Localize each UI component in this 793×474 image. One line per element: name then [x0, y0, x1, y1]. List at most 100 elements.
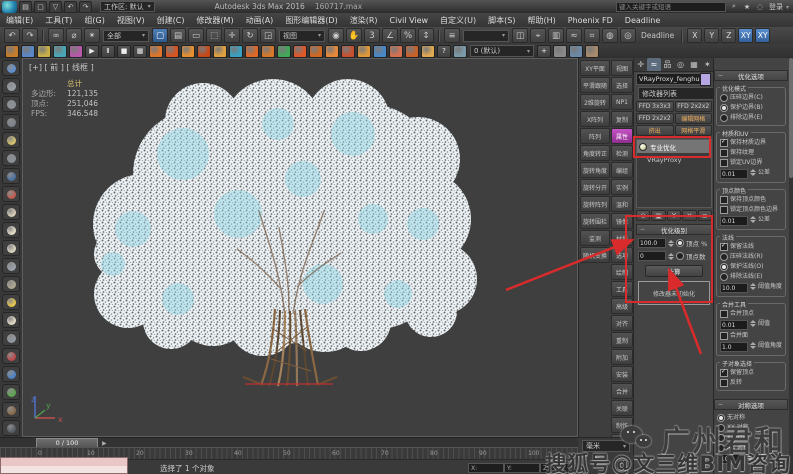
strip-button-2-13[interactable]: 绘制	[611, 264, 633, 280]
select-and-rotate-icon[interactable]: ↻	[242, 28, 258, 43]
add-icon[interactable]: +	[537, 45, 551, 58]
value-spinner[interactable]: 0.01	[720, 320, 748, 330]
strip-button-2-1[interactable]: 视图	[611, 60, 633, 76]
strip-button-1-5[interactable]: 阵列	[580, 128, 610, 144]
vertex-count-spinner[interactable]: 0	[638, 251, 666, 261]
axis-plane-button[interactable]: XY	[755, 28, 770, 43]
tool-icon-a[interactable]	[553, 45, 567, 58]
collapse-icon[interactable]: −	[640, 226, 645, 233]
strip-button-1-9[interactable]: 旋转阵列	[580, 196, 610, 212]
modifier-list-dropdown[interactable]: 修改器列表	[638, 87, 722, 100]
menu-item-12[interactable]: 脚本(S)	[482, 15, 521, 26]
select-object-icon[interactable]: ▢	[152, 28, 168, 43]
angle-snap-icon[interactable]: ∠	[382, 28, 398, 43]
vray-icon-14[interactable]	[357, 45, 371, 58]
modifier-button[interactable]: FFD 2x2x2	[636, 113, 674, 124]
menu-item-11[interactable]: 自定义(U)	[434, 15, 482, 26]
open-file-icon[interactable]: ▢	[34, 1, 47, 13]
radio-button[interactable]	[720, 263, 728, 271]
menu-item-10[interactable]: Civil View	[384, 16, 435, 25]
checkbox[interactable]	[720, 369, 728, 377]
modifier-button[interactable]: 编辑网格	[675, 113, 713, 124]
play-button[interactable]: ▶	[85, 45, 99, 58]
select-and-scale-icon[interactable]: ◲	[260, 28, 276, 43]
vray-icon-12[interactable]	[325, 45, 339, 58]
leaf-tool-icon[interactable]	[2, 384, 20, 400]
strip-button-2-7[interactable]: 编组	[611, 162, 633, 178]
workspace-combo[interactable]: 工作区: 默认	[100, 1, 155, 12]
hierarchy-tab[interactable]: 品	[661, 58, 674, 71]
remove-modifier-icon[interactable]: ✕	[682, 210, 696, 221]
strip-button-2-17[interactable]: 重制	[611, 332, 633, 348]
make-unique-icon[interactable]: Y	[667, 210, 681, 221]
strip-button-2-21[interactable]: 关联	[611, 400, 633, 416]
utilities-tab[interactable]: ✶	[701, 58, 714, 71]
vray-icon-10[interactable]	[293, 45, 307, 58]
create-tab[interactable]: ✛	[634, 58, 647, 71]
collapse-icon[interactable]: −	[718, 72, 723, 79]
display-tab[interactable]: ▦	[687, 58, 700, 71]
modifier-button[interactable]: FFD 2x2x2	[675, 101, 713, 112]
vray-icon-18[interactable]	[421, 45, 435, 58]
spinner-arrows-icon[interactable]	[747, 454, 753, 461]
plugin-icon-2[interactable]	[21, 45, 35, 58]
strip-button-1-10[interactable]: 旋转围栏	[580, 213, 610, 229]
rendered-frame-icon[interactable]: ◎	[620, 28, 636, 43]
vray-icon-2[interactable]	[165, 45, 179, 58]
bind-to-space-warp-icon[interactable]: ✴	[84, 28, 100, 43]
menu-item-13[interactable]: 帮助(H)	[521, 15, 561, 26]
axis-y-button[interactable]: Y	[704, 28, 719, 43]
next-icon[interactable]: ∾	[594, 454, 600, 462]
strip-button-2-20[interactable]: 合并	[611, 383, 633, 399]
disc-tool-icon[interactable]	[2, 420, 20, 436]
strip-button-2-18[interactable]: 附加	[611, 349, 633, 365]
grid-tool-icon[interactable]	[2, 114, 20, 130]
unlink-selection-icon[interactable]: ⌀	[66, 28, 82, 43]
rectangular-region-icon[interactable]: ▭	[188, 28, 204, 43]
strip-button-1-6[interactable]: 角度转正	[580, 145, 610, 161]
globe-tool-icon[interactable]	[2, 168, 20, 184]
spinner-arrows-icon[interactable]	[750, 169, 756, 176]
radio-button[interactable]	[720, 253, 728, 261]
checkbox[interactable]	[720, 149, 728, 157]
strip-button-1-11[interactable]: 监测	[580, 230, 610, 246]
configure-modifier-sets-icon[interactable]: ≡	[698, 210, 712, 221]
vray-icon-6[interactable]	[229, 45, 243, 58]
named-selection-combo[interactable]	[463, 30, 509, 42]
menu-item-7[interactable]: 动画(A)	[240, 15, 280, 26]
save-file-icon[interactable]: ▽	[49, 1, 62, 13]
strip-button-2-2[interactable]: 选择	[611, 77, 633, 93]
strip-button-2-11[interactable]: 材质	[611, 230, 633, 246]
checkbox[interactable]	[720, 196, 728, 204]
plugin-icon-4[interactable]	[53, 45, 67, 58]
vray-icon-4[interactable]	[197, 45, 211, 58]
tool-icon-b[interactable]	[569, 45, 583, 58]
strip-button-2-10[interactable]: 镜像	[611, 213, 633, 229]
strip-button-2-19[interactable]: 安装	[611, 366, 633, 382]
strip-button-2-3[interactable]: NP1	[611, 94, 633, 110]
plugin-icon-3[interactable]	[37, 45, 51, 58]
viewport[interactable]: [+] [ 前 ] [ 线框 ] 总计 多边形:121,135顶点:251,04…	[22, 58, 578, 437]
bulb-tool-icon[interactable]	[2, 132, 20, 148]
stop-button[interactable]: ■	[117, 45, 131, 58]
checkbox[interactable]	[720, 332, 728, 340]
motion-tab[interactable]: ◎	[674, 58, 687, 71]
strip-button-1-4[interactable]: X阵列	[580, 111, 610, 127]
qa-redo-icon[interactable]: ↷	[79, 1, 92, 13]
optimization-level-header[interactable]: − 优化级别	[636, 224, 712, 235]
render-setup-icon[interactable]: ◍	[602, 28, 618, 43]
select-and-link-icon[interactable]: ∞	[48, 28, 64, 43]
favorites-star-icon[interactable]: ★	[742, 2, 752, 11]
strip-button-2-9[interactable]: 温和	[611, 196, 633, 212]
vertex-percent-spinner[interactable]: 100.0	[638, 238, 666, 248]
vray-camera-combo[interactable]: 0 (默认)	[470, 45, 534, 57]
spinner-arrows-icon[interactable]	[750, 320, 756, 327]
radio-button[interactable]	[720, 94, 728, 102]
menu-item-15[interactable]: Deadline	[619, 16, 667, 25]
radio-button[interactable]	[720, 104, 728, 112]
layer-manager-icon[interactable]: ▥	[548, 28, 564, 43]
vray-icon-16[interactable]	[389, 45, 403, 58]
menu-item-5[interactable]: 创建(C)	[151, 15, 191, 26]
hand-tool-icon[interactable]	[2, 150, 20, 166]
show-end-result-icon[interactable]: ▣	[651, 210, 665, 221]
